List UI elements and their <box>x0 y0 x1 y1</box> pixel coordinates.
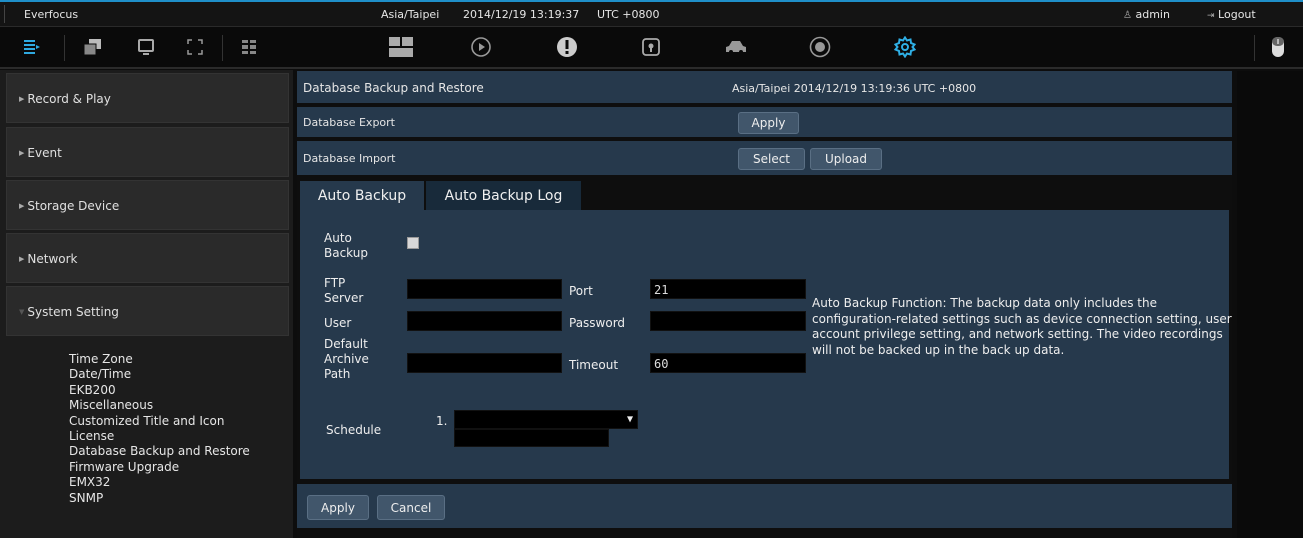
logout-label: Logout <box>1218 8 1256 21</box>
auto-backup-form: Auto Backup FTP Server Port 21 User Pass… <box>300 210 1232 479</box>
icon-toolbar <box>0 27 1303 69</box>
user-icon: ♙ <box>1123 10 1132 21</box>
submenu-item-emx32[interactable]: EMX32 <box>69 475 250 490</box>
default-archive-path-label: Default Archive Path <box>324 337 369 381</box>
page-header: Database Backup and Restore Asia/Taipei … <box>297 71 1232 105</box>
user-name: admin <box>1135 8 1170 21</box>
sidebar-item-record-play[interactable]: ▶ Record & Play <box>6 73 289 123</box>
archive-path-input[interactable] <box>407 353 562 373</box>
playback-icon[interactable] <box>469 35 493 59</box>
port-input[interactable]: 21 <box>650 279 806 299</box>
toolbar-divider <box>1254 35 1255 61</box>
submenu-item-date-time[interactable]: Date/Time <box>69 367 250 382</box>
submenu-item-license[interactable]: License <box>69 429 250 444</box>
page-title: Database Backup and Restore <box>303 81 484 95</box>
database-import-label: Database Import <box>303 152 396 165</box>
auto-backup-label: Auto Backup <box>324 231 368 260</box>
monitor-icon[interactable] <box>134 35 158 59</box>
sidebar-item-network[interactable]: ▶ Network <box>6 233 289 283</box>
main-panel: Database Backup and Restore Asia/Taipei … <box>297 71 1232 538</box>
sidebar-item-label: Storage Device <box>27 199 120 213</box>
toolbar-divider <box>64 35 65 61</box>
sidebar: ▶ Record & Play ▶ Event ▶ Storage Device ▶ N… <box>0 70 293 538</box>
sidebar-item-label: Record & Play <box>27 92 111 106</box>
action-bar: Apply Cancel <box>297 484 1232 528</box>
port-label: Port <box>569 284 593 298</box>
sidebar-item-label: Event <box>27 146 62 160</box>
system-setting-submenu: Time Zone Date/Time EKB200 Miscellaneous… <box>69 352 250 506</box>
chevron-down-icon: ▼ <box>626 414 633 425</box>
sidebar-item-system-setting[interactable]: ▼ System Setting <box>6 286 289 336</box>
schedule-index: 1. <box>436 414 448 428</box>
cancel-button[interactable]: Cancel <box>377 495 445 520</box>
sidebar-item-storage-device[interactable]: ▶ Storage Device <box>6 180 289 230</box>
triangle-right-icon: ▶ <box>19 202 25 210</box>
fullscreen-icon[interactable] <box>183 35 207 59</box>
submenu-item-time-zone[interactable]: Time Zone <box>69 352 250 367</box>
apply-button[interactable]: Apply <box>307 495 369 520</box>
mouse-icon[interactable] <box>1266 35 1290 59</box>
header-utc: UTC +0800 <box>597 8 660 21</box>
triangle-right-icon: ▶ <box>19 95 25 103</box>
auto-backup-checkbox[interactable] <box>407 237 419 249</box>
schedule-label: Schedule <box>326 423 382 437</box>
user-label: User <box>324 316 352 330</box>
submenu-item-firmware-upgrade[interactable]: Firmware Upgrade <box>69 460 250 475</box>
page-timestamp: Asia/Taipei 2014/12/19 13:19:36 UTC +080… <box>732 82 977 95</box>
toolbar-divider <box>222 35 223 61</box>
schedule-time-field[interactable] <box>454 429 609 447</box>
password-input[interactable] <box>650 311 806 331</box>
top-bar: Everfocus Asia/Taipei 2014/12/19 13:19:3… <box>0 0 1303 27</box>
header-datetime: 2014/12/19 13:19:37 <box>463 8 580 21</box>
header-timezone: Asia/Taipei <box>381 8 440 21</box>
tab-auto-backup-log[interactable]: Auto Backup Log <box>425 181 581 210</box>
layout-icon[interactable] <box>387 35 415 59</box>
alert-icon[interactable] <box>555 35 579 59</box>
import-select-button[interactable]: Select <box>738 148 805 170</box>
schedule-select[interactable]: ▼ <box>454 410 638 429</box>
ftp-server-input[interactable] <box>407 279 562 299</box>
export-apply-button[interactable]: Apply <box>738 112 799 134</box>
import-upload-button[interactable]: Upload <box>810 148 882 170</box>
user-menu[interactable]: ♙ admin <box>1123 8 1170 21</box>
ftp-server-label: FTP Server <box>324 276 364 305</box>
right-panel <box>1237 71 1303 538</box>
face-icon[interactable] <box>808 35 832 59</box>
grid-split-icon[interactable] <box>237 35 261 59</box>
submenu-item-customized-title[interactable]: Customized Title and Icon <box>69 414 250 429</box>
triangle-down-icon: ▼ <box>19 308 25 316</box>
tab-strip: Auto Backup Auto Backup Log <box>297 181 1232 210</box>
auto-backup-note: Auto Backup Function: The backup data on… <box>812 296 1232 357</box>
password-label: Password <box>569 316 626 330</box>
user-input[interactable] <box>407 311 562 331</box>
submenu-item-database-backup[interactable]: Database Backup and Restore <box>69 444 250 459</box>
submenu-item-snmp[interactable]: SNMP <box>69 491 250 506</box>
windows-icon[interactable] <box>81 35 105 59</box>
triangle-right-icon: ▶ <box>19 255 25 263</box>
top-bar-divider <box>4 5 5 23</box>
sidebar-item-label: Network <box>27 252 78 266</box>
submenu-item-miscellaneous[interactable]: Miscellaneous <box>69 398 250 413</box>
timeout-label: Timeout <box>569 358 619 372</box>
database-export-label: Database Export <box>303 116 395 129</box>
sidebar-item-event[interactable]: ▶ Event <box>6 127 289 177</box>
menu-list-icon[interactable] <box>20 35 44 59</box>
lock-icon[interactable] <box>639 35 663 59</box>
tab-auto-backup[interactable]: Auto Backup <box>300 181 424 210</box>
submenu-item-ekb200[interactable]: EKB200 <box>69 383 250 398</box>
brand-name: Everfocus <box>24 8 79 21</box>
database-import-row: Database Import Select Upload <box>297 141 1232 177</box>
timeout-input[interactable]: 60 <box>650 353 806 373</box>
logout-link[interactable]: ⇥ Logout <box>1207 8 1256 21</box>
gear-icon[interactable] <box>893 35 917 59</box>
logout-icon: ⇥ <box>1207 11 1215 21</box>
database-export-row: Database Export Apply <box>297 107 1232 139</box>
triangle-right-icon: ▶ <box>19 149 25 157</box>
car-icon[interactable] <box>724 35 748 59</box>
sidebar-item-label: System Setting <box>27 305 119 319</box>
